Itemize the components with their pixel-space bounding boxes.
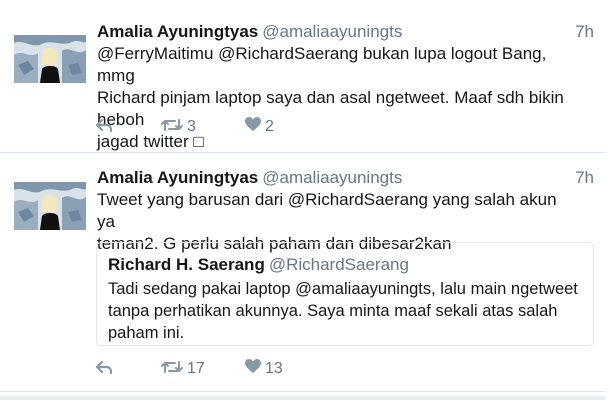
quoted-user-handle: @RichardSaerang	[268, 255, 409, 274]
reply-icon	[95, 359, 113, 380]
reply-button[interactable]	[95, 358, 113, 380]
avatar[interactable]	[14, 182, 86, 230]
timeline: Amalia Ayuningtyas @amaliaayuningts 7h @F…	[0, 0, 610, 400]
reply-icon	[95, 117, 113, 138]
tweet-header: Amalia Ayuningtyas @amaliaayuningts 7h	[97, 167, 594, 189]
tweet-header: Amalia Ayuningtyas @amaliaayuningts 7h	[97, 21, 594, 43]
timeline-divider	[0, 396, 606, 400]
quoted-text-line: Tadi sedang pakai laptop @amaliaayuningt…	[108, 280, 578, 298]
retweet-button[interactable]: 3	[161, 116, 196, 138]
avatar-image	[14, 182, 86, 230]
like-count: 13	[265, 360, 283, 377]
retweet-button[interactable]: 17	[161, 358, 205, 380]
retweet-count: 17	[187, 360, 205, 377]
timestamp[interactable]: 7h	[575, 21, 594, 43]
quoted-tweet-header: Richard H. Saerang @RichardSaerang	[108, 254, 409, 276]
retweet-count: 3	[187, 118, 196, 135]
heart-icon	[245, 359, 261, 379]
quoted-user-name: Richard H. Saerang	[108, 255, 265, 274]
user-handle[interactable]: @amaliaayuningts	[262, 22, 402, 41]
retweet-icon	[161, 117, 183, 138]
like-button[interactable]: 13	[245, 358, 283, 380]
timestamp[interactable]: 7h	[575, 167, 594, 189]
avatar[interactable]	[14, 35, 86, 83]
quoted-tweet[interactable]: Richard H. Saerang @RichardSaerang Tadi s…	[96, 242, 594, 346]
heart-icon	[245, 117, 261, 137]
tweet[interactable]: Amalia Ayuningtyas @amaliaayuningts 7h @F…	[0, 0, 606, 153]
tweet-text-line: @FerryMaitimu @RichardSaerang bukan lupa…	[97, 44, 547, 85]
quoted-text-line: tanpa perhatikan akunnya. Saya minta maa…	[108, 302, 558, 320]
retweet-icon	[161, 359, 183, 380]
user-name[interactable]: Amalia Ayuningtyas	[97, 168, 258, 187]
like-button[interactable]: 2	[245, 116, 274, 138]
user-handle[interactable]: @amaliaayuningts	[262, 168, 402, 187]
reply-button[interactable]	[95, 116, 113, 138]
like-count: 2	[265, 118, 274, 135]
user-name[interactable]: Amalia Ayuningtyas	[97, 22, 258, 41]
tweet-text-line: Tweet yang barusan dari @RichardSaerang …	[97, 190, 557, 231]
quoted-text-line: paham ini.	[108, 324, 185, 342]
quoted-tweet-text: Tadi sedang pakai laptop @amaliaayuningt…	[108, 278, 578, 344]
tweet[interactable]: Amalia Ayuningtyas @amaliaayuningts 7h Tw…	[0, 153, 606, 392]
avatar-image	[14, 35, 86, 83]
